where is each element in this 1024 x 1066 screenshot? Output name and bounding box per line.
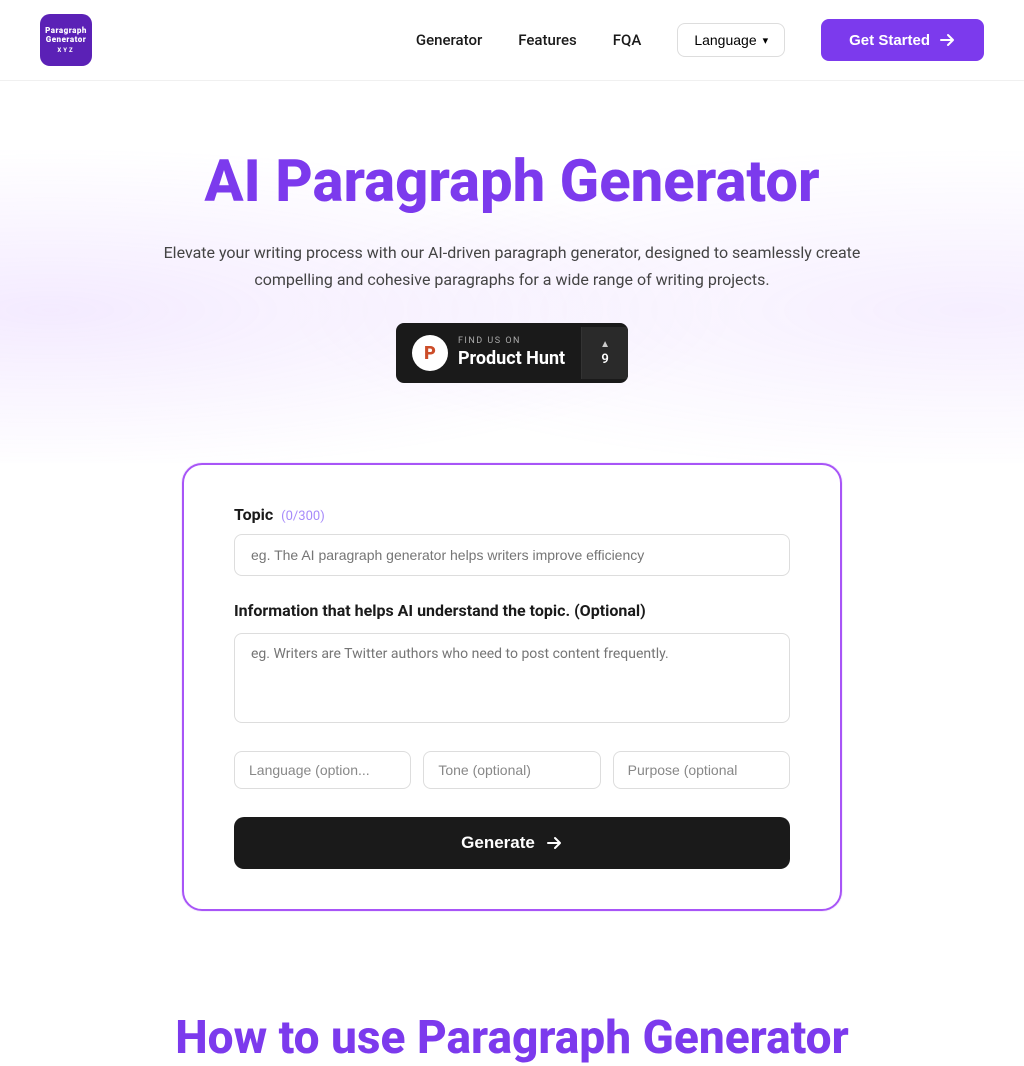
how-to-section: How to use Paragraph Generator: [0, 971, 1024, 1066]
language-button[interactable]: Language ▾: [677, 23, 785, 57]
purpose-select[interactable]: Purpose (optional: [613, 751, 790, 789]
info-textarea[interactable]: [234, 633, 790, 723]
hero-subtitle: Elevate your writing process with our AI…: [162, 239, 862, 293]
product-hunt-name: Product Hunt: [458, 348, 565, 369]
generate-button[interactable]: Generate: [234, 817, 790, 869]
language-select[interactable]: Language (option...: [234, 751, 411, 789]
product-hunt-icon: P: [412, 335, 448, 371]
get-started-button[interactable]: Get Started: [821, 19, 984, 61]
logo[interactable]: Paragraph Generator XYZ: [40, 14, 92, 66]
topic-label: Topic (0/300): [234, 505, 790, 524]
nav-fqa-link[interactable]: FQA: [613, 31, 642, 49]
upvote-arrow-icon: ▲: [600, 339, 610, 350]
info-label: Information that helps AI understand the…: [234, 600, 790, 622]
tone-select[interactable]: Tone (optional): [423, 751, 600, 789]
chevron-down-icon: ▾: [763, 34, 769, 47]
char-count: (0/300): [281, 509, 325, 524]
form-card: Topic (0/300) Information that helps AI …: [182, 463, 842, 910]
find-us-label: FIND US ON: [458, 337, 565, 346]
arrow-right-icon: [938, 31, 956, 49]
topic-input[interactable]: [234, 534, 790, 576]
generate-arrow-icon: [545, 834, 563, 852]
nav-generator-link[interactable]: Generator: [416, 31, 482, 49]
dropdowns-row: Language (option... Tone (optional) Purp…: [234, 751, 790, 789]
how-to-title: How to use Paragraph Generator: [20, 1011, 1004, 1066]
hero-section: AI Paragraph Generator Elevate your writ…: [0, 81, 1024, 463]
product-hunt-score: ▲ 9: [581, 327, 628, 379]
nav-features-link[interactable]: Features: [518, 31, 576, 49]
product-hunt-badge[interactable]: P FIND US ON Product Hunt ▲ 9: [396, 323, 628, 383]
navbar: Paragraph Generator XYZ Generator Featur…: [0, 0, 1024, 81]
nav-links: Generator Features FQA Language ▾ Get St…: [416, 19, 984, 61]
form-section: Topic (0/300) Information that helps AI …: [0, 463, 1024, 970]
hero-title: AI Paragraph Generator: [20, 151, 1004, 215]
